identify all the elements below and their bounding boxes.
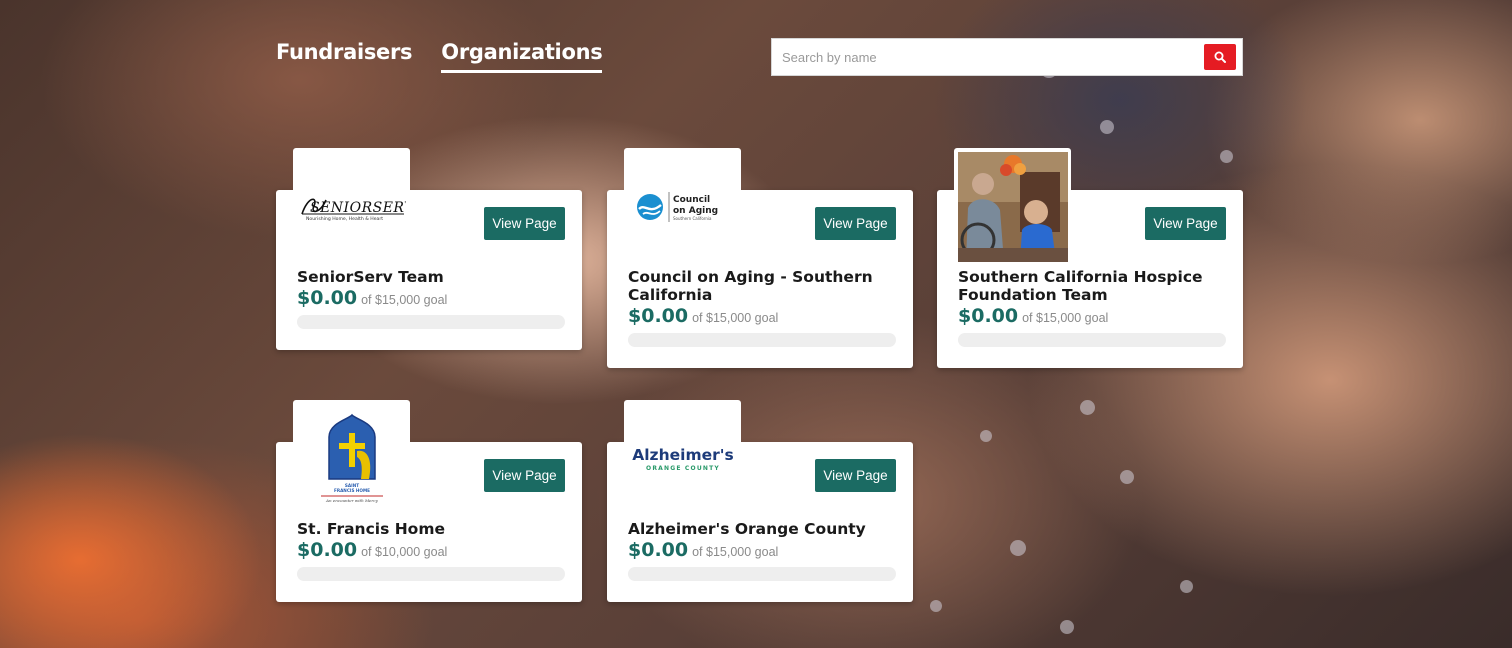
raised-amount: $0.00: [628, 305, 689, 327]
org-name: Southern California Hospice Foundation T…: [958, 268, 1203, 304]
goal-text: of $10,000 goal: [361, 545, 448, 559]
svg-text:Council: Council: [673, 195, 710, 205]
tab-bar: Fundraisers Organizations: [276, 40, 603, 73]
goal-text: of $15,000 goal: [692, 545, 779, 559]
svg-text:ORANGE COUNTY: ORANGE COUNTY: [646, 465, 720, 472]
svg-text:FRANCIS HOME: FRANCIS HOME: [333, 488, 369, 493]
st-francis-logo: SAINT FRANCIS HOME An encounter with Mer…: [320, 413, 383, 503]
tab-fundraisers[interactable]: Fundraisers: [276, 40, 413, 73]
org-card: SAINT FRANCIS HOME An encounter with Mer…: [276, 400, 582, 602]
org-logo: SENIORSERV Nourishing Home, Health & Hea…: [293, 148, 410, 266]
raised-amount: $0.00: [628, 539, 689, 561]
progress-bar: [628, 333, 896, 347]
view-page-button[interactable]: View Page: [484, 207, 565, 240]
hospice-photo: [957, 152, 1068, 262]
org-logo: [954, 148, 1071, 266]
svg-text:Nourishing Home, Health & Hear: Nourishing Home, Health & Heart: [306, 216, 383, 222]
goal-text: of $15,000 goal: [1022, 311, 1109, 325]
org-card: Council on Aging Southern California Vie…: [607, 148, 913, 368]
goal-text: of $15,000 goal: [361, 293, 448, 307]
search-bar: [771, 38, 1243, 76]
org-card: Alzheimer's ORANGE COUNTY View Page Alzh…: [607, 400, 913, 602]
org-name: Council on Aging - Southern California: [628, 268, 873, 304]
seniorserv-logo: SENIORSERV Nourishing Home, Health & Hea…: [300, 198, 406, 222]
search-icon: [1214, 51, 1226, 63]
search-input[interactable]: [772, 39, 1204, 75]
progress-bar: [297, 315, 565, 329]
council-on-aging-logo: Council on Aging Southern California: [636, 192, 718, 222]
raised-amount: $0.00: [958, 305, 1019, 327]
svg-text:Alzheimer's: Alzheimer's: [632, 446, 733, 464]
org-card: View Page Southern California Hospice Fo…: [937, 148, 1243, 368]
svg-text:on Aging: on Aging: [673, 206, 718, 216]
org-card: SENIORSERV Nourishing Home, Health & Hea…: [276, 148, 582, 350]
view-page-button[interactable]: View Page: [1145, 207, 1226, 240]
view-page-button[interactable]: View Page: [815, 207, 896, 240]
alzheimers-oc-logo: Alzheimer's ORANGE COUNTY: [632, 446, 733, 472]
tab-organizations[interactable]: Organizations: [441, 40, 603, 73]
raised-amount: $0.00: [297, 539, 358, 561]
org-name: Alzheimer's Orange County: [628, 520, 866, 538]
search-button[interactable]: [1204, 44, 1236, 70]
org-logo: SAINT FRANCIS HOME An encounter with Mer…: [293, 400, 410, 518]
org-name: St. Francis Home: [297, 520, 445, 538]
org-logo: Alzheimer's ORANGE COUNTY: [624, 400, 741, 518]
goal-text: of $15,000 goal: [692, 311, 779, 325]
view-page-button[interactable]: View Page: [484, 459, 565, 492]
org-name: SeniorServ Team: [297, 268, 444, 286]
raised-amount: $0.00: [297, 287, 358, 309]
org-logo: Council on Aging Southern California: [624, 148, 741, 266]
svg-text:An encounter with Mercy: An encounter with Mercy: [325, 498, 378, 503]
view-page-button[interactable]: View Page: [815, 459, 896, 492]
svg-text:Southern California: Southern California: [673, 216, 712, 221]
progress-bar: [958, 333, 1226, 347]
progress-bar: [628, 567, 896, 581]
progress-bar: [297, 567, 565, 581]
